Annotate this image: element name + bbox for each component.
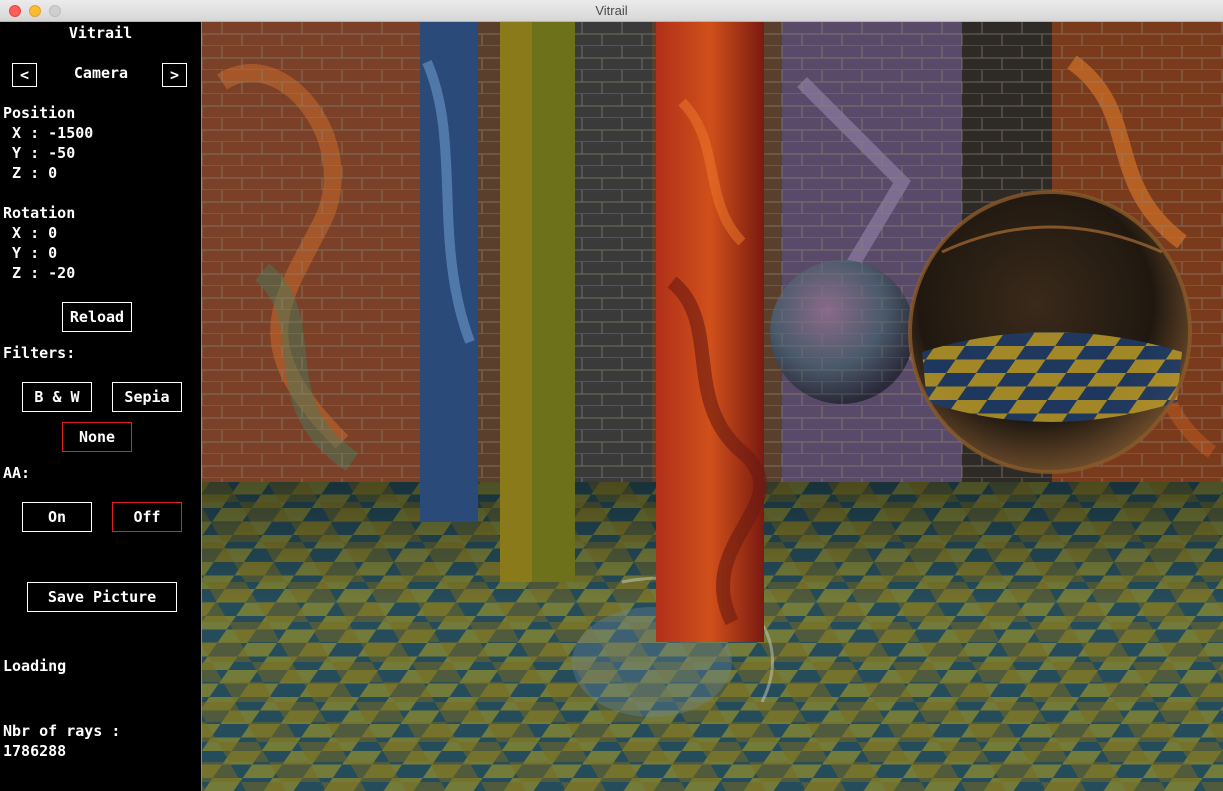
reload-button[interactable]: Reload	[62, 302, 132, 332]
ray-count-value: 1786288	[3, 742, 67, 760]
next-section-button[interactable]: >	[162, 63, 187, 87]
title-bar: Vitrail	[0, 0, 1223, 22]
filter-bw-button[interactable]: B & W	[22, 382, 92, 412]
rotation-z-value: Z : -20	[3, 264, 76, 282]
rendered-scene	[202, 22, 1223, 791]
save-picture-button[interactable]: Save Picture	[27, 582, 177, 612]
position-z-value: Z : 0	[3, 164, 58, 182]
status-text: Loading	[3, 657, 67, 675]
prev-section-button[interactable]: <	[12, 63, 37, 87]
position-heading: Position	[3, 104, 76, 122]
position-y-value: Y : -50	[3, 144, 76, 162]
position-x-value: X : -1500	[3, 124, 94, 142]
filter-none-button[interactable]: None	[62, 422, 132, 452]
section-label: Camera	[73, 64, 129, 82]
filter-sepia-button[interactable]: Sepia	[112, 382, 182, 412]
filters-heading: Filters:	[3, 344, 76, 362]
control-panel: Vitrail < Camera > Position X : -1500 Y …	[0, 22, 201, 791]
app-window: Vitrail Vitrail < Camera > Position X : …	[0, 0, 1223, 791]
ray-count-label: Nbr of rays :	[3, 722, 121, 740]
aa-off-button[interactable]: Off	[112, 502, 182, 532]
aa-on-button[interactable]: On	[22, 502, 92, 532]
rotation-heading: Rotation	[3, 204, 76, 222]
window-title: Vitrail	[595, 3, 628, 18]
rotation-x-value: X : 0	[3, 224, 58, 242]
aa-heading: AA:	[3, 464, 31, 482]
rotation-y-value: Y : 0	[3, 244, 58, 262]
app-title: Vitrail	[68, 24, 133, 42]
render-viewport[interactable]	[202, 22, 1223, 791]
